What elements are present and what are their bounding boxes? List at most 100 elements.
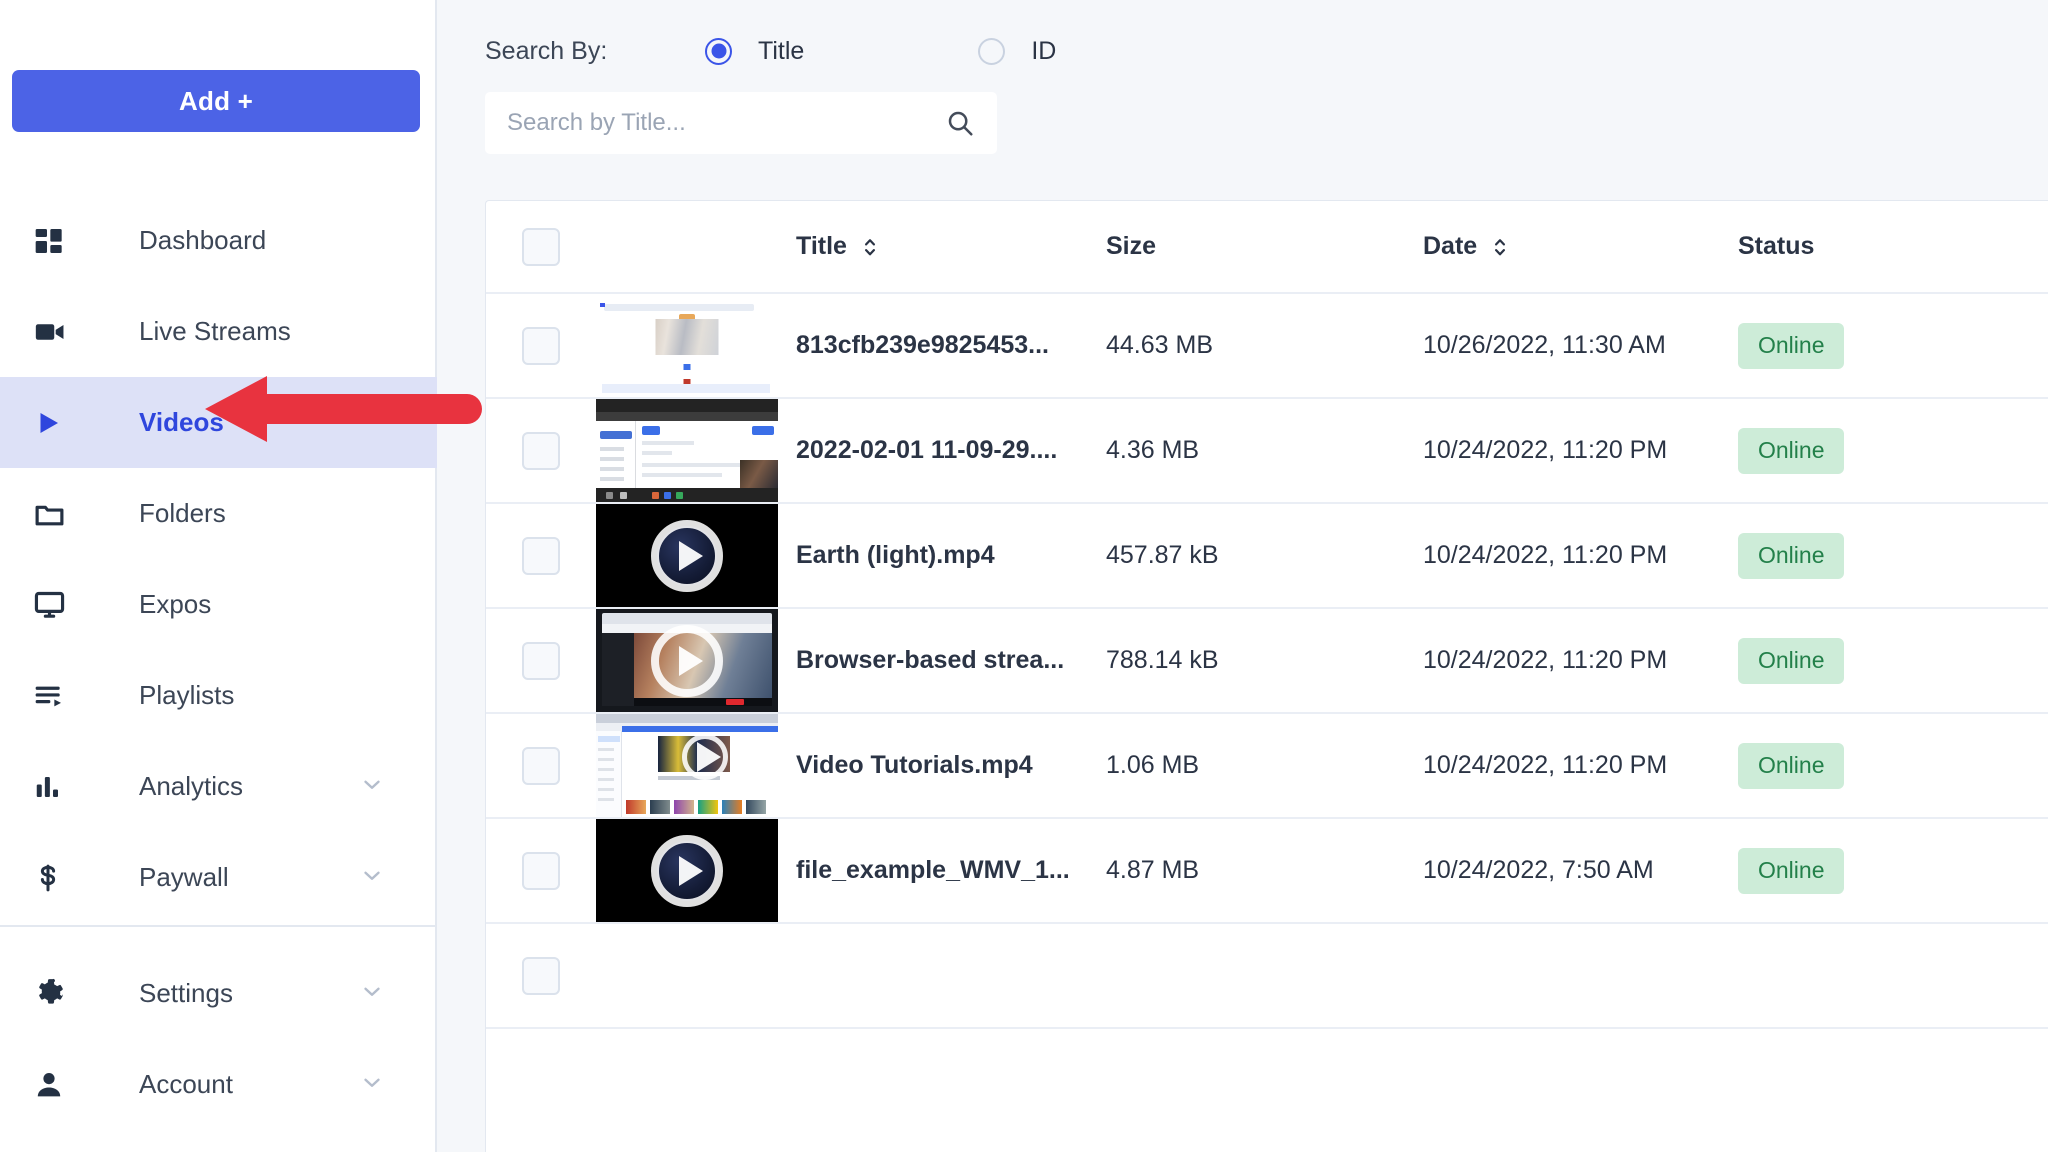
chevron-down-icon[interactable]: [359, 771, 385, 802]
add-button[interactable]: Add +: [12, 70, 420, 132]
table-row[interactable]: 813cfb239e9825453... 44.63 MB 10/26/2022…: [486, 294, 2048, 399]
sidebar-nav-secondary: Settings Account: [0, 948, 437, 1130]
person-icon: [33, 1069, 77, 1101]
sidebar-item-paywall[interactable]: Paywall: [0, 832, 437, 923]
table-row[interactable]: Video Tutorials.mp4 1.06 MB 10/24/2022, …: [486, 714, 2048, 819]
row-size-cell: 1.06 MB: [1106, 751, 1423, 780]
sidebar-item-dashboard[interactable]: Dashboard: [0, 195, 437, 286]
sidebar-item-label: Videos: [139, 407, 224, 438]
folder-icon: [33, 497, 77, 530]
radio-search-by-id[interactable]: ID: [978, 37, 1056, 66]
table-row[interactable]: [486, 924, 2048, 1029]
sidebar-item-live-streams[interactable]: Live Streams: [0, 286, 437, 377]
video-date: 10/24/2022, 11:20 PM: [1423, 751, 1667, 779]
video-title[interactable]: file_example_WMV_1...: [796, 856, 1070, 884]
sort-title-icon[interactable]: [861, 234, 879, 260]
row-thumbnail-cell: [596, 504, 796, 607]
row-status-cell: Online: [1738, 743, 2048, 789]
row-checkbox[interactable]: [522, 747, 560, 785]
row-thumbnail-cell: [596, 609, 796, 712]
row-checkbox[interactable]: [522, 852, 560, 890]
row-date-cell: 10/26/2022, 11:30 AM: [1423, 331, 1738, 360]
sidebar-item-label: Folders: [139, 498, 226, 529]
radio-label-id: ID: [1031, 37, 1056, 66]
row-size-cell: 788.14 kB: [1106, 646, 1423, 675]
video-size: 4.87 MB: [1106, 856, 1199, 884]
row-size-cell: 44.63 MB: [1106, 331, 1423, 360]
sidebar-item-expos[interactable]: Expos: [0, 559, 437, 650]
video-title[interactable]: Earth (light).mp4: [796, 541, 995, 569]
browser-video-thumbnail[interactable]: [596, 609, 778, 712]
sidebar-item-analytics[interactable]: Analytics: [0, 741, 437, 832]
sidebar-item-label: Expos: [139, 589, 211, 620]
row-size-cell: 4.36 MB: [1106, 436, 1423, 465]
row-checkbox[interactable]: [522, 957, 560, 995]
table-row[interactable]: file_example_WMV_1... 4.87 MB 10/24/2022…: [486, 819, 2048, 924]
row-checkbox[interactable]: [522, 432, 560, 470]
row-checkbox[interactable]: [522, 537, 560, 575]
row-thumbnail-cell: [596, 714, 796, 817]
row-thumbnail-cell: [596, 399, 796, 502]
radio-button-id[interactable]: [978, 38, 1005, 65]
column-header-date: Date: [1423, 232, 1477, 261]
sidebar: Add + Dashboard: [0, 0, 437, 1152]
column-header-size: Size: [1106, 232, 1156, 261]
gear-icon: [33, 977, 77, 1011]
sidebar-item-videos[interactable]: Videos: [0, 377, 437, 468]
radio-search-by-title[interactable]: Title: [705, 37, 804, 66]
radio-label-title: Title: [758, 37, 804, 66]
dollar-icon: [33, 863, 77, 893]
sidebar-item-settings[interactable]: Settings: [0, 948, 437, 1039]
chevron-down-icon[interactable]: [359, 862, 385, 893]
sidebar-item-account[interactable]: Account: [0, 1039, 437, 1130]
video-size: 4.36 MB: [1106, 436, 1199, 464]
video-size: 788.14 kB: [1106, 646, 1219, 674]
select-all-checkbox[interactable]: [522, 228, 560, 266]
video-title[interactable]: Browser-based strea...: [796, 646, 1064, 674]
sidebar-item-label: Playlists: [139, 680, 234, 711]
date-header-cell[interactable]: Date: [1423, 232, 1738, 261]
row-select-cell: [486, 432, 596, 470]
title-header-cell[interactable]: Title: [796, 232, 1106, 261]
sidebar-item-folders[interactable]: Folders: [0, 468, 437, 559]
search-icon[interactable]: [945, 108, 975, 138]
video-title[interactable]: 2022-02-01 11-09-29....: [796, 436, 1057, 464]
sidebar-divider: [0, 925, 437, 927]
status-badge: Online: [1738, 848, 1844, 894]
sort-date-icon[interactable]: [1491, 234, 1509, 260]
video-title[interactable]: Video Tutorials.mp4: [796, 751, 1033, 779]
size-header-cell: Size: [1106, 232, 1423, 261]
sidebar-item-label: Live Streams: [139, 316, 291, 347]
column-header-status: Status: [1738, 232, 1814, 261]
dashboard-icon: [33, 225, 77, 257]
row-checkbox[interactable]: [522, 642, 560, 680]
document-slide-thumbnail[interactable]: [596, 294, 778, 397]
row-date-cell: 10/24/2022, 11:20 PM: [1423, 541, 1738, 570]
row-checkbox[interactable]: [522, 327, 560, 365]
video-date: 10/26/2022, 11:30 AM: [1423, 331, 1666, 359]
screen-capture-thumbnail[interactable]: [596, 399, 778, 502]
chevron-down-icon[interactable]: [359, 1069, 385, 1100]
video-title[interactable]: 813cfb239e9825453...: [796, 331, 1049, 359]
search-field-container[interactable]: [485, 92, 997, 154]
earth-video-thumbnail[interactable]: [596, 504, 778, 607]
row-title-cell: Earth (light).mp4: [796, 541, 1106, 570]
sidebar-item-label: Dashboard: [139, 225, 266, 256]
table-row[interactable]: 2022-02-01 11-09-29.... 4.36 MB 10/24/20…: [486, 399, 2048, 504]
row-title-cell: file_example_WMV_1...: [796, 856, 1106, 885]
search-panel: Search By: Title ID: [485, 0, 2048, 172]
table-row[interactable]: Browser-based strea... 788.14 kB 10/24/2…: [486, 609, 2048, 714]
sidebar-item-playlists[interactable]: Playlists: [0, 650, 437, 741]
row-title-cell: Browser-based strea...: [796, 646, 1106, 675]
table-row[interactable]: Earth (light).mp4 457.87 kB 10/24/2022, …: [486, 504, 2048, 609]
sidebar-item-label: Analytics: [139, 771, 243, 802]
video-date: 10/24/2022, 11:20 PM: [1423, 646, 1667, 674]
row-title-cell: Video Tutorials.mp4: [796, 751, 1106, 780]
radio-button-title[interactable]: [705, 38, 732, 65]
earth-video-thumbnail[interactable]: [596, 819, 778, 922]
row-date-cell: 10/24/2022, 7:50 AM: [1423, 856, 1738, 885]
chevron-down-icon[interactable]: [359, 978, 385, 1009]
search-input[interactable]: [507, 109, 945, 137]
row-select-cell: [486, 957, 596, 995]
tutorial-page-thumbnail[interactable]: [596, 714, 778, 817]
